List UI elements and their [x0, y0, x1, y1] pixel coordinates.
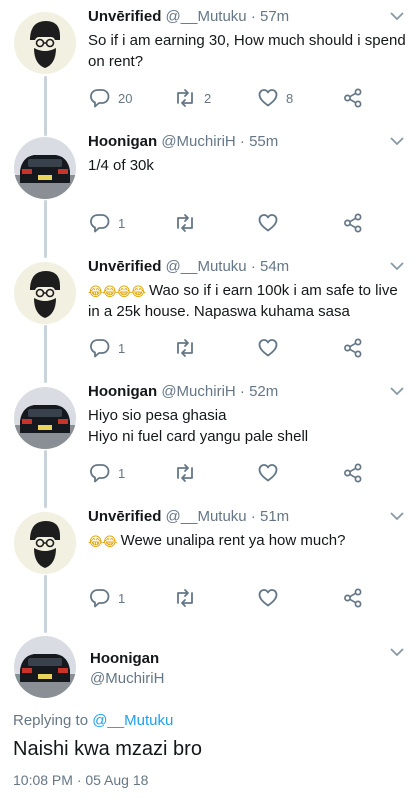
mention-link[interactable]: @__Mutuku: [92, 712, 173, 729]
focused-tweet: Hoonigan @MuchiriH Replying to @__Mutuku…: [0, 0, 417, 800]
user-handle[interactable]: @MuchiriH: [90, 670, 164, 687]
replying-to: Replying to @__Mutuku: [13, 712, 173, 729]
replying-to-label: Replying to: [13, 712, 89, 729]
tweet-timestamp[interactable]: 10:08 PM · 05 Aug 18: [13, 772, 148, 788]
avatar[interactable]: [14, 636, 76, 698]
chevron-down-icon[interactable]: [389, 646, 405, 658]
display-name[interactable]: Hoonigan: [90, 650, 159, 667]
tweet-text: Naishi kwa mzazi bro: [13, 738, 202, 760]
